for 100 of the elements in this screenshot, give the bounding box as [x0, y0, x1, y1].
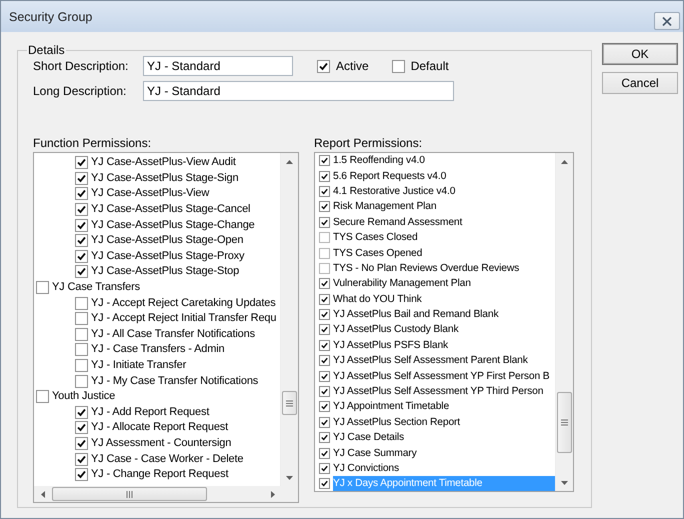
checkbox[interactable]	[75, 218, 88, 232]
checkbox[interactable]	[319, 170, 330, 182]
checkbox[interactable]	[319, 248, 330, 259]
tree-item[interactable]: YJ - Case Transfers - Admin	[91, 342, 224, 358]
checkbox[interactable]	[319, 386, 330, 398]
vertical-scrollbar[interactable]	[555, 153, 573, 491]
list-item[interactable]: TYS - No Plan Reviews Overdue Reviews	[333, 260, 520, 276]
list-item[interactable]: TYS Cases Opened	[333, 246, 422, 261]
tree-item[interactable]: YJ - All Case Transfer Notifications	[91, 326, 255, 342]
up-arrow-icon[interactable]	[286, 160, 293, 164]
checkbox[interactable]	[75, 328, 88, 341]
checkbox[interactable]	[319, 278, 330, 290]
tree-item[interactable]: YJ Case-AssetPlus Stage-Proxy	[91, 248, 244, 264]
checkbox[interactable]	[319, 262, 330, 274]
checkbox[interactable]	[36, 281, 49, 294]
horizontal-scrollbar[interactable]	[34, 486, 298, 502]
checkbox-label[interactable]: Default	[410, 59, 449, 73]
checkbox[interactable]	[75, 436, 88, 450]
checkbox[interactable]	[319, 432, 330, 444]
checkbox[interactable]	[75, 468, 88, 482]
scrollbar-thumb[interactable]	[557, 392, 572, 453]
list-item[interactable]: YJ AssetPlus Self Assessment YP Third Person	[333, 384, 544, 400]
checkbox[interactable]	[319, 309, 330, 320]
tree-item[interactable]: YJ Case-AssetPlus-View Audit	[91, 155, 236, 170]
tree-item[interactable]: YJ - My Case Transfer Notifications	[91, 374, 258, 389]
tree-item[interactable]: YJ - Change Report Request	[91, 467, 228, 482]
checkbox-label[interactable]: Active	[336, 59, 369, 73]
checkbox[interactable]	[319, 216, 330, 228]
list-item[interactable]: TYS Cases Closed	[333, 230, 418, 246]
list-item[interactable]: Risk Management Plan	[333, 199, 436, 214]
list-item[interactable]: Vulnerability Management Plan	[333, 276, 471, 292]
tree-item[interactable]: YJ Case-AssetPlus Stage-Open	[91, 233, 244, 248]
tree-item[interactable]: YJ Case-AssetPlus Stage-Stop	[91, 264, 240, 280]
list-item[interactable]: YJ AssetPlus PSFS Blank	[333, 338, 448, 353]
list-item[interactable]: YJ AssetPlus Section Report	[333, 414, 460, 430]
list-item[interactable]: Secure Remand Assessment	[333, 214, 462, 230]
tree-item[interactable]: YJ Case-AssetPlus Stage-Change	[91, 218, 255, 233]
list-item[interactable]: YJ AssetPlus Custody Blank	[333, 322, 458, 338]
checkbox[interactable]	[319, 155, 330, 166]
list-item[interactable]: YJ AssetPlus Self Assessment YP First Person B	[333, 368, 550, 384]
list-item[interactable]: YJ Convictions	[333, 461, 400, 476]
list-item[interactable]: YJ Case Details	[333, 430, 404, 446]
checkbox[interactable]	[75, 265, 88, 278]
checkbox[interactable]	[319, 401, 330, 412]
checkbox[interactable]	[319, 340, 330, 351]
down-arrow-icon[interactable]	[286, 476, 293, 480]
checkbox[interactable]	[392, 60, 405, 72]
right-arrow-icon[interactable]	[270, 491, 274, 498]
checkbox[interactable]	[75, 156, 88, 170]
list-item[interactable]: What do YOU Think	[333, 292, 422, 307]
tree-item[interactable]: YJ Case-AssetPlus Stage-Sign	[91, 170, 238, 186]
list-item[interactable]: YJ Case Summary	[333, 446, 417, 461]
checkbox[interactable]	[75, 234, 88, 248]
tree-item[interactable]: YJ Case-AssetPlus-View	[91, 186, 210, 202]
tree-item[interactable]: YJ - Accept Reject Caretaking Updates	[91, 296, 276, 311]
down-arrow-icon[interactable]	[561, 480, 568, 484]
checkbox[interactable]	[319, 416, 330, 428]
checkbox[interactable]	[75, 172, 88, 185]
checkbox[interactable]	[75, 343, 88, 356]
tree-item[interactable]: YJ Case Transfers	[52, 280, 140, 296]
scrollbar-thumb[interactable]	[52, 487, 207, 501]
checkbox[interactable]	[319, 370, 330, 382]
tree-item[interactable]: Youth Justice	[52, 389, 116, 404]
tree-item[interactable]: YJ - Allocate Report Request	[91, 420, 228, 436]
tree-item[interactable]: YJ Assessment - Countersign	[91, 436, 232, 451]
checkbox[interactable]	[75, 359, 88, 372]
checkbox[interactable]	[75, 312, 88, 326]
checkbox[interactable]	[75, 203, 88, 216]
checkbox[interactable]	[319, 463, 330, 474]
list-item[interactable]: 1.5 Reoffending v4.0	[333, 153, 425, 168]
checkbox[interactable]	[75, 187, 88, 200]
checkbox[interactable]	[319, 294, 330, 305]
checkbox[interactable]	[319, 186, 330, 197]
checkbox[interactable]	[36, 390, 49, 404]
tree-item[interactable]: YJ - Accept Reject Initial Transfer Requ	[91, 311, 276, 326]
checkbox[interactable]	[319, 201, 330, 212]
checkbox[interactable]	[75, 452, 88, 466]
list-item[interactable]: 5.6 Report Requests v4.0	[333, 168, 446, 184]
cancel-button[interactable]: Cancel	[602, 72, 678, 94]
checkbox[interactable]	[75, 250, 88, 263]
checkbox[interactable]	[75, 296, 88, 310]
close-button[interactable]	[654, 12, 680, 30]
checkbox[interactable]	[319, 448, 330, 459]
list-item[interactable]: YJ AssetPlus Self Assessment Parent Blank	[333, 353, 528, 368]
input-field[interactable]: YJ - Standard	[143, 56, 293, 76]
tree-item[interactable]: YJ Case - Case Worker - Delete	[91, 452, 244, 467]
scrollbar-thumb[interactable]	[282, 391, 297, 415]
checkbox[interactable]	[319, 478, 330, 490]
ok-button[interactable]: OK	[602, 43, 678, 65]
tree-item[interactable]: YJ - Add Report Request	[91, 404, 210, 420]
checkbox[interactable]	[317, 60, 330, 72]
checkbox[interactable]	[319, 324, 330, 336]
checkbox[interactable]	[319, 355, 330, 366]
left-arrow-icon[interactable]	[40, 491, 44, 498]
checkbox[interactable]	[75, 406, 88, 419]
tree-item[interactable]: YJ - Initiate Transfer	[91, 358, 186, 374]
checkbox[interactable]	[319, 232, 330, 244]
vertical-scrollbar[interactable]	[280, 153, 298, 486]
input-field[interactable]: YJ - Standard	[143, 81, 454, 101]
list-item[interactable]: 4.1 Restorative Justice v4.0	[333, 184, 456, 199]
